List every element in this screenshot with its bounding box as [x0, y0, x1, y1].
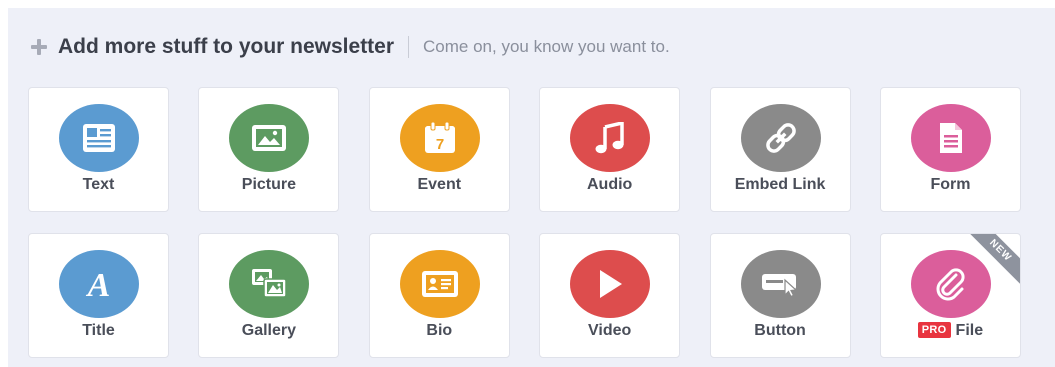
- tile-label: Button: [754, 322, 806, 339]
- music-note-icon: [570, 104, 651, 172]
- title-a-icon: A: [59, 250, 139, 318]
- play-icon: [570, 250, 651, 318]
- tile-label: Form: [930, 176, 971, 193]
- panel-title: Add more stuff to your newsletter: [58, 35, 395, 58]
- tile-label: Event: [417, 176, 462, 193]
- bio-card-icon: [399, 250, 480, 318]
- picture-icon: [229, 104, 310, 172]
- link-icon: [740, 104, 821, 172]
- tile-label: Title: [82, 322, 115, 339]
- tile-bio[interactable]: Bio: [368, 233, 510, 358]
- panel-header: Add more stuff to your newsletter Come o…: [30, 32, 670, 62]
- paperclip-icon: [910, 250, 991, 318]
- pro-badge: PRO: [917, 322, 951, 338]
- button-cursor-icon: [740, 250, 821, 318]
- tile-label: Picture: [241, 176, 297, 193]
- tile-label: Audio: [587, 176, 633, 193]
- tile-video[interactable]: Video: [539, 233, 681, 358]
- content-type-grid: Text Picture 7 Event Audio Embed Link Fo…: [28, 87, 1021, 358]
- gallery-icon: [229, 250, 310, 318]
- calendar-icon: 7: [399, 104, 480, 172]
- tile-picture[interactable]: Picture: [198, 87, 340, 212]
- tile-label: Bio: [426, 322, 453, 339]
- tile-label: Gallery: [241, 322, 297, 339]
- tile-event[interactable]: 7 Event: [368, 87, 510, 212]
- plus-icon: [30, 38, 48, 56]
- panel-subtitle: Come on, you know you want to.: [423, 37, 670, 56]
- form-document-icon: [910, 104, 991, 172]
- tile-audio[interactable]: Audio: [539, 87, 681, 212]
- tile-form[interactable]: Form: [879, 87, 1021, 212]
- tile-button[interactable]: Button: [709, 233, 851, 358]
- tile-label: Embed Link: [734, 176, 826, 193]
- tile-label: Text: [82, 176, 115, 193]
- svg-text:7: 7: [436, 136, 444, 153]
- tile-embed-link[interactable]: Embed Link: [709, 87, 851, 212]
- add-content-panel: Add more stuff to your newsletter Come o…: [8, 8, 1055, 367]
- tile-title[interactable]: A Title: [28, 233, 169, 358]
- tile-file[interactable]: NEW PRO File: [879, 233, 1021, 358]
- svg-text:A: A: [86, 267, 111, 302]
- text-block-icon: [59, 104, 139, 172]
- tile-text[interactable]: Text: [28, 87, 169, 212]
- header-divider: [408, 36, 410, 58]
- tile-gallery[interactable]: Gallery: [198, 233, 340, 358]
- tile-label: Video: [588, 322, 632, 339]
- tile-label: PRO File: [881, 322, 1020, 340]
- tile-label-text: File: [955, 322, 984, 339]
